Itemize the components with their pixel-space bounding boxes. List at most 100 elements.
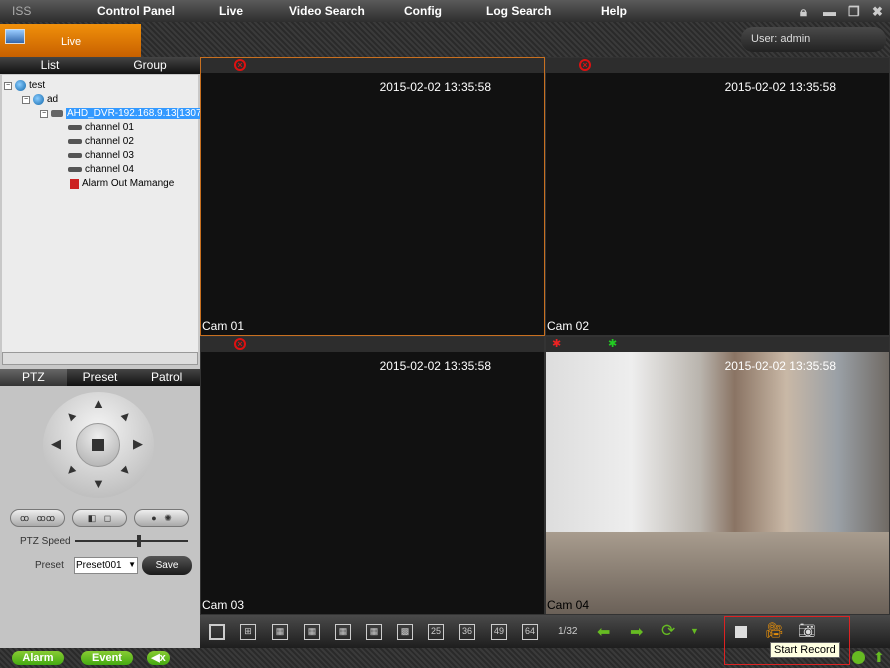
zoom-in-icon[interactable] [852,651,865,664]
mute-icon[interactable]: ◀x [147,651,170,665]
layout-9-button[interactable]: ▦ [335,624,351,640]
menu-live[interactable]: Live [219,4,243,18]
arrow-down-icon[interactable]: ▼ [92,476,105,491]
node-label: channel 02 [85,136,134,147]
cycle-dropdown-icon[interactable]: ▼ [690,626,699,636]
tab-patrol[interactable]: Patrol [133,369,200,386]
layout-4-button[interactable]: ⊞ [240,624,256,640]
iris-buttons[interactable]: ● ✺ [134,509,189,527]
node-label: channel 04 [85,164,134,175]
camera-icon [68,153,82,158]
tree-node-test[interactable]: − test [4,79,45,92]
tooltip: Start Record [770,642,840,658]
node-label: test [29,80,46,91]
timestamp: 2015-02-02 13:35:58 [724,359,836,373]
tree-node-ad[interactable]: − ad [22,93,58,106]
menu-control-panel[interactable]: Control Panel [97,4,175,18]
node-label: Alarm Out Mamange [82,178,175,189]
upload-arrow-icon[interactable]: ⬆ [873,649,885,666]
layout-25-button[interactable]: 25 [428,624,444,640]
event-button[interactable]: Event [81,651,133,665]
tab-preset[interactable]: Preset [67,369,134,386]
tab-live[interactable]: Live [0,24,141,57]
close-icon[interactable]: ✖ [872,4,883,20]
tree-node-channel[interactable]: channel 01 [68,121,134,134]
disconnected-icon[interactable]: × [234,338,246,350]
alarm-button[interactable]: Alarm [12,651,64,665]
app-logo: ISS [12,4,32,18]
tree-node-alarm-out[interactable]: Alarm Out Mamange [70,177,174,190]
arrow-down-right-icon[interactable]: ▲ [117,462,137,482]
layout-64-button[interactable]: 64 [522,624,538,640]
dvr-icon [51,110,63,117]
restore-icon[interactable]: ❐ [848,4,860,20]
node-label: ad [47,94,59,105]
collapse-icon[interactable]: − [4,81,12,90]
camera-name: Cam 01 [202,319,245,333]
node-label: channel 01 [85,122,134,133]
tree-node-channel[interactable]: channel 03 [68,149,134,162]
ptz-speed-label: PTZ Speed [20,536,71,547]
layout-8-button[interactable]: ▦ [304,624,320,640]
ptz-direction-pad: ▲ ▼ ◀ ▶ ▲ ▲ ▲ ▲ [43,392,154,498]
layout-49-button[interactable]: 49 [491,624,507,640]
timestamp: 2015-02-02 13:35:58 [379,359,491,373]
layout-6-button[interactable]: ▦ [272,624,288,640]
zoom-buttons[interactable]: ꝏ ꝏꝏ [10,509,65,527]
layout-1-button[interactable] [209,624,225,640]
ptz-tabs: PTZ Preset Patrol [0,369,200,386]
camera-feed-image [546,352,889,614]
arrow-down-left-icon[interactable]: ▲ [61,462,81,482]
menu-log-search[interactable]: Log Search [486,4,551,18]
disconnected-icon[interactable]: × [579,59,591,71]
menu-config[interactable]: Config [404,4,442,18]
prev-page-icon[interactable]: ⬅ [597,622,610,642]
menu-video-search[interactable]: Video Search [289,4,365,18]
lock-icon[interactable]: 🔒︎ [800,4,807,20]
globe-icon [15,80,26,91]
video-cell-cam01[interactable]: × 2015-02-02 13:35:58 Cam 01 [200,57,545,336]
slider-thumb[interactable] [137,535,141,547]
stop-icon [92,439,104,451]
page-indicator: 1/32 [558,626,578,637]
tree-node-dvr[interactable]: − AHD_DVR-192.168.9.13[1307 [40,107,203,120]
minimize-icon[interactable]: ▬ [823,4,836,19]
collapse-icon[interactable]: − [40,109,48,118]
stop-button[interactable] [76,423,120,467]
device-tree: − test − ad − AHD_DVR-192.168.9.13[1307 cha… [2,75,203,352]
tree-node-channel[interactable]: channel 02 [68,135,134,148]
video-cell-cam03[interactable]: × 2015-02-02 13:35:58 Cam 03 [200,336,545,615]
arrow-up-left-icon[interactable]: ▲ [61,406,81,426]
tab-group[interactable]: Group [100,57,200,74]
arrow-up-right-icon[interactable]: ▲ [117,406,137,426]
tree-node-channel[interactable]: channel 04 [68,163,134,176]
save-button[interactable]: Save [142,556,192,575]
video-grid: × 2015-02-02 13:35:58 Cam 01 × 2015-02-02 1… [200,57,890,615]
preset-select[interactable]: Preset001 ▼ [74,557,138,574]
disconnected-icon[interactable]: × [234,59,246,71]
menu-bar: ISS Control Panel Live Video Search Conf… [0,0,890,22]
preset-label: Preset [35,560,64,571]
camera-name: Cam 04 [547,598,590,612]
arrow-left-icon[interactable]: ◀ [51,436,61,452]
menu-help[interactable]: Help [601,4,627,18]
tab-list[interactable]: List [0,57,100,74]
ptz-speed-slider[interactable] [75,535,188,547]
timestamp: 2015-02-02 13:35:58 [724,80,836,94]
camera-name: Cam 03 [202,598,245,612]
arrow-up-icon[interactable]: ▲ [92,396,105,411]
layout-36-button[interactable]: 36 [459,624,475,640]
arrow-right-icon[interactable]: ▶ [133,436,143,452]
tree-scrollbar[interactable] [2,352,198,365]
layout-10-button[interactable]: ▦ [366,624,382,640]
layout-16-button[interactable]: ▩ [397,624,413,640]
focus-buttons[interactable]: ◧ ◻ [72,509,127,527]
motion-icon: ✱ [552,338,562,350]
tab-ptz[interactable]: PTZ [0,369,67,386]
collapse-icon[interactable]: − [22,95,30,104]
cycle-icon[interactable]: ⟳ [661,621,675,641]
video-cell-cam04[interactable]: ✱ ✱ 2015-02-02 13:35:58 Cam 04 [545,336,890,615]
video-cell-cam02[interactable]: × 2015-02-02 13:35:58 Cam 02 [545,57,890,336]
next-page-icon[interactable]: ➡ [630,622,643,642]
node-label: AHD_DVR-192.168.9.13[1307 [66,108,203,119]
